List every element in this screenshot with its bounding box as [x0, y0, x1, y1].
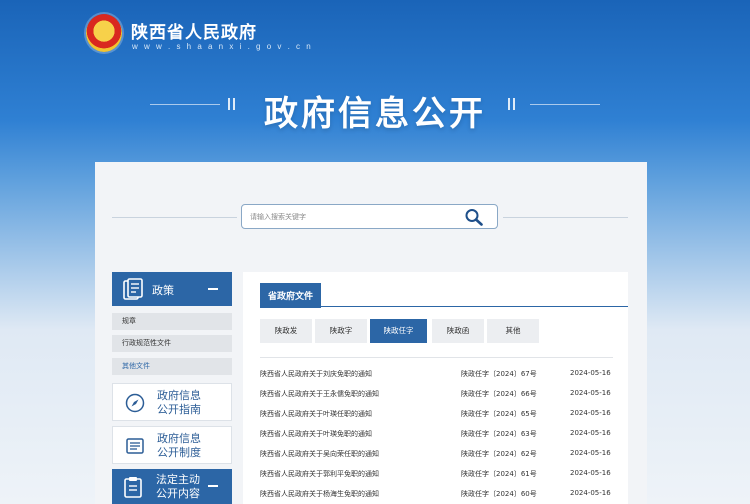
row-date: 2024-05-16 [570, 429, 611, 437]
table-row[interactable]: 陕西省人民政府关于郭利平免职的通知 陕政任字〔2024〕61号 2024-05-… [260, 469, 613, 483]
national-emblem-logo[interactable] [86, 14, 122, 52]
search-box [241, 204, 498, 229]
hero-tick-right-2 [513, 98, 515, 110]
row-title[interactable]: 陕西省人民政府关于王永儒免职的通知 [260, 389, 379, 399]
category-shaanzhengfa[interactable]: 陕政发 [260, 319, 312, 343]
sidebar-proactive-label: 法定主动 公开内容 [156, 473, 200, 501]
row-date: 2024-05-16 [570, 369, 611, 377]
row-doc-number: 陕政任字〔2024〕62号 [461, 450, 537, 458]
table-row[interactable]: 陕西省人民政府关于吴向荣任职的通知 陕政任字〔2024〕62号 2024-05-… [260, 449, 613, 463]
sidebar-proactive-header[interactable]: 法定主动 公开内容 [112, 469, 232, 504]
tab-underline [260, 306, 628, 307]
category-other[interactable]: 其他 [487, 319, 539, 343]
sidebar-item-other-documents[interactable]: 其他文件 [112, 358, 232, 375]
row-doc-number: 陕政任字〔2024〕66号 [461, 390, 537, 398]
row-date: 2024-05-16 [570, 449, 611, 457]
sidebar-proactive-line1: 法定主动 [156, 473, 200, 486]
sidebar-item-disclosure-system[interactable]: 政府信息 公开制度 [112, 426, 232, 464]
row-title[interactable]: 陕西省人民政府关于刘庆免职的通知 [260, 369, 372, 379]
row-title[interactable]: 陕西省人民政府关于郭利平免职的通知 [260, 469, 379, 479]
search-icon[interactable] [464, 208, 484, 226]
collapse-minus-icon[interactable] [208, 485, 218, 487]
sidebar-item-disclosure-guide[interactable]: 政府信息 公开指南 [112, 383, 232, 421]
row-date: 2024-05-16 [570, 489, 611, 497]
collapse-minus-icon[interactable] [208, 288, 218, 290]
document-list-panel: 省政府文件 陕政发 陕政字 陕政任字 陕政函 其他 陕西省人民政府关于刘庆免职的… [243, 272, 628, 504]
table-row[interactable]: 陕西省人民政府关于叶瑛任职的通知 陕政任字〔2024〕65号 2024-05-1… [260, 409, 613, 423]
sidebar-proactive-line2: 公开内容 [156, 487, 200, 500]
clipboard-icon [124, 477, 142, 498]
row-title[interactable]: 陕西省人民政府关于杨海生免职的通知 [260, 489, 379, 499]
site-title[interactable]: 陕西省人民政府 [131, 18, 257, 43]
row-date: 2024-05-16 [570, 469, 611, 477]
hero-divider-right [530, 104, 600, 105]
sidebar-system-line1: 政府信息 [157, 432, 201, 445]
sidebar-guide-label: 政府信息 公开指南 [157, 389, 201, 417]
sidebar-policy-header[interactable]: 政策 [112, 272, 232, 306]
sidebar-system-line2: 公开制度 [157, 446, 201, 459]
row-doc-number: 陕政任字〔2024〕61号 [461, 470, 537, 478]
sidebar-policy-label: 政策 [152, 284, 174, 297]
row-doc-number: 陕政任字〔2024〕65号 [461, 410, 537, 418]
table-row[interactable]: 陕西省人民政府关于刘庆免职的通知 陕政任字〔2024〕67号 2024-05-1… [260, 369, 613, 383]
table-row[interactable]: 陕西省人民政府关于杨海生免职的通知 陕政任字〔2024〕60号 2024-05-… [260, 489, 613, 503]
row-date: 2024-05-16 [570, 409, 611, 417]
category-shaanzhengzi[interactable]: 陕政字 [315, 319, 367, 343]
row-title[interactable]: 陕西省人民政府关于叶瑛免职的通知 [260, 429, 372, 439]
row-title[interactable]: 陕西省人民政府关于吴向荣任职的通知 [260, 449, 379, 459]
table-row[interactable]: 陕西省人民政府关于王永儒免职的通知 陕政任字〔2024〕66号 2024-05-… [260, 389, 613, 403]
page-title: 政府信息公开 [264, 94, 486, 134]
search-divider-left [112, 217, 237, 218]
search-divider-right [503, 217, 628, 218]
row-title[interactable]: 陕西省人民政府关于叶瑛任职的通知 [260, 409, 372, 419]
hero-tick-right-1 [508, 98, 510, 110]
sidebar-guide-line1: 政府信息 [157, 389, 201, 402]
sidebar-item-normative-documents[interactable]: 行政规范性文件 [112, 335, 232, 352]
row-doc-number: 陕政任字〔2024〕63号 [461, 430, 537, 438]
sidebar-item-regulations[interactable]: 规章 [112, 313, 232, 330]
main-panel: 政策 规章 行政规范性文件 其他文件 政府信息 公开指南 政府信息 公开制度 [95, 162, 647, 504]
list-divider [260, 357, 613, 358]
sidebar-system-label: 政府信息 公开制度 [157, 432, 201, 460]
table-row[interactable]: 陕西省人民政府关于叶瑛免职的通知 陕政任字〔2024〕63号 2024-05-1… [260, 429, 613, 443]
row-date: 2024-05-16 [570, 389, 611, 397]
category-shaanzhenghan[interactable]: 陕政函 [432, 319, 484, 343]
category-shaanzhengrenzi[interactable]: 陕政任字 [370, 319, 427, 343]
row-doc-number: 陕政任字〔2024〕60号 [461, 490, 537, 498]
document-icon [123, 278, 143, 300]
site-domain: w w w . s h a a n x i . g o v . c n [132, 42, 313, 51]
list-document-icon [126, 438, 144, 454]
compass-icon [125, 393, 145, 413]
sidebar-guide-line2: 公开指南 [157, 403, 201, 416]
row-doc-number: 陕政任字〔2024〕67号 [461, 370, 537, 378]
tab-provincial-documents[interactable]: 省政府文件 [260, 283, 322, 308]
search-input[interactable] [250, 209, 450, 224]
